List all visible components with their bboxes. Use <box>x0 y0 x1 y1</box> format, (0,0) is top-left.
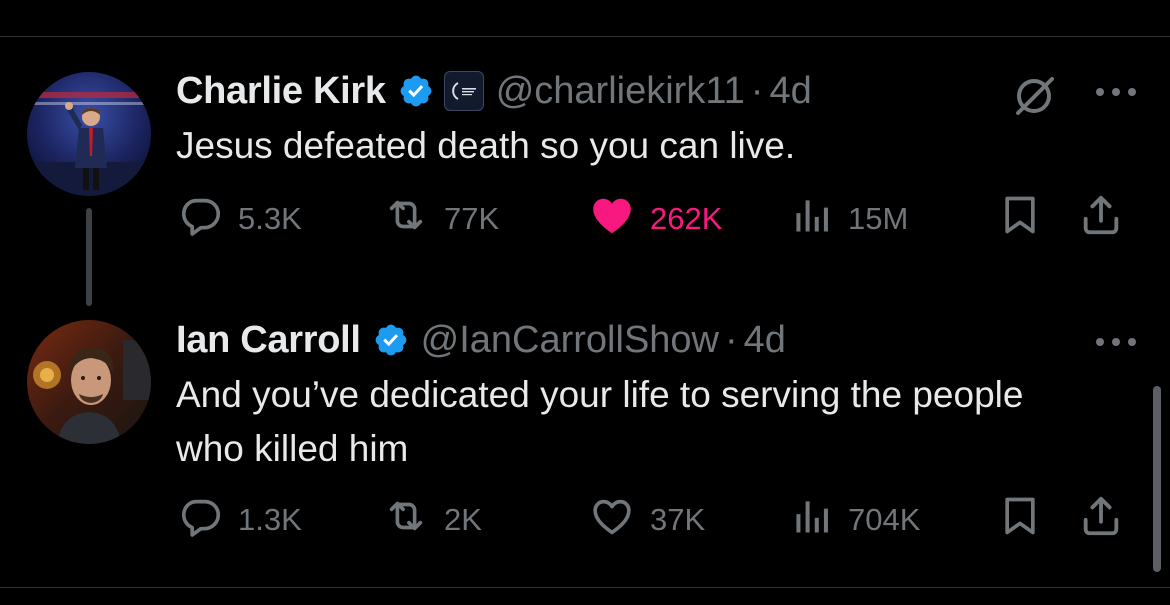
share-button[interactable] <box>1078 496 1124 544</box>
tweet-2[interactable]: Ian Carroll @IanCarrollShow · 4d And you… <box>0 310 1170 587</box>
separator-dot: · <box>725 318 738 361</box>
like-icon <box>588 192 636 246</box>
more-icon[interactable] <box>1092 82 1140 102</box>
reply-button[interactable]: 5.3K <box>178 195 302 243</box>
like-count: 37K <box>650 502 706 537</box>
author-name[interactable]: Ian Carroll <box>176 319 361 362</box>
bookmark-button[interactable] <box>998 496 1042 544</box>
share-button[interactable] <box>1078 195 1124 243</box>
tweet-1[interactable]: Charlie Kirk @charliekirk11 · 4d Jesus d… <box>0 60 1170 310</box>
repost-count: 2K <box>444 502 482 537</box>
bookmark-icon <box>998 493 1042 547</box>
like-button[interactable]: 37K <box>588 496 705 544</box>
author-handle[interactable]: @IanCarrollShow <box>421 319 719 362</box>
share-icon <box>1078 192 1124 246</box>
avatar[interactable] <box>27 72 151 196</box>
like-count: 262K <box>650 201 723 236</box>
verified-icon[interactable] <box>398 73 434 109</box>
reply-button[interactable]: 1.3K <box>178 496 302 544</box>
action-bar: 1.3K 2K 37K 704K <box>178 496 1140 544</box>
views-button[interactable]: 15M <box>790 195 908 243</box>
more-icon[interactable] <box>1092 332 1140 352</box>
tweet-header: Ian Carroll @IanCarrollShow · 4d <box>176 318 786 362</box>
timestamp[interactable]: 4d <box>769 70 811 113</box>
views-count: 704K <box>848 502 921 537</box>
reply-count: 5.3K <box>238 201 302 236</box>
top-divider <box>0 36 1170 37</box>
bottom-divider <box>0 587 1170 588</box>
action-bar: 5.3K 77K 262K 15M <box>178 195 1140 243</box>
views-count: 15M <box>848 201 909 236</box>
avatar[interactable] <box>27 320 151 444</box>
author-name[interactable]: Charlie Kirk <box>176 70 386 113</box>
repost-count: 77K <box>444 201 500 236</box>
timestamp[interactable]: 4d <box>744 319 786 362</box>
separator-dot: · <box>750 69 764 112</box>
verified-icon[interactable] <box>373 322 409 358</box>
reply-count: 1.3K <box>238 502 302 537</box>
views-icon <box>790 192 834 246</box>
author-handle[interactable]: @charliekirk11 <box>496 70 745 113</box>
bookmark-button[interactable] <box>998 195 1042 243</box>
reply-icon <box>178 493 224 547</box>
like-button[interactable]: 262K <box>588 195 722 243</box>
tweet-header: Charlie Kirk @charliekirk11 · 4d <box>176 69 812 113</box>
thread-line <box>86 208 92 306</box>
views-button[interactable]: 704K <box>790 496 920 544</box>
bookmark-icon <box>998 192 1042 246</box>
repost-button[interactable]: 2K <box>382 496 482 544</box>
views-icon <box>790 493 834 547</box>
repost-icon <box>382 493 430 547</box>
affiliate-badge-icon[interactable] <box>443 71 484 111</box>
share-icon <box>1078 493 1124 547</box>
tweet-text: Jesus defeated death so you can live. <box>176 125 796 166</box>
tweet-text: And you’ve dedicated your life to servin… <box>176 374 1024 469</box>
repost-icon <box>382 192 430 246</box>
scrollbar[interactable] <box>1153 386 1161 572</box>
repost-button[interactable]: 77K <box>382 195 499 243</box>
reply-icon <box>178 192 224 246</box>
grok-icon[interactable] <box>1012 74 1056 118</box>
like-icon <box>588 493 636 547</box>
